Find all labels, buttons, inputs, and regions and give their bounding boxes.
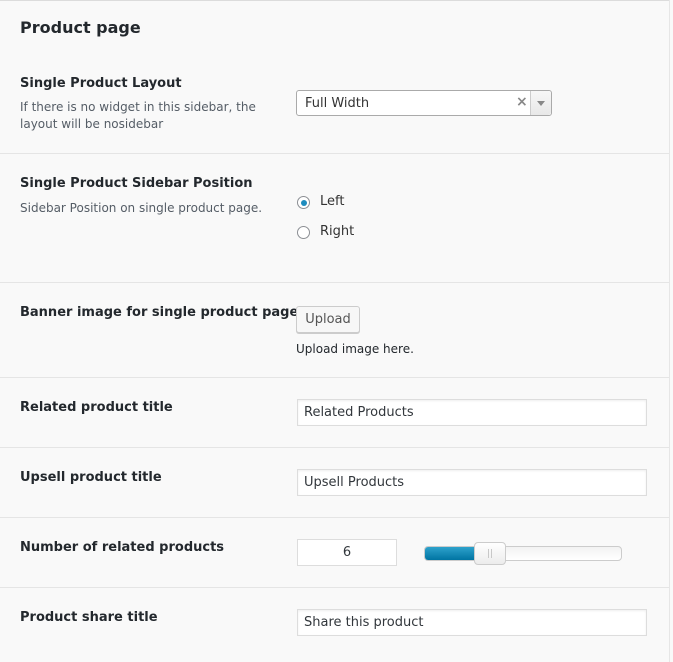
upsell-product-title-input[interactable] [297, 469, 647, 496]
related-count-input[interactable] [297, 539, 397, 566]
upload-button[interactable]: Upload [296, 306, 360, 333]
single-product-layout-title: Single Product Layout [20, 76, 182, 91]
page-title: Product page [20, 18, 141, 37]
radio-left-label: Left [320, 194, 345, 209]
section-divider [0, 447, 669, 448]
section-divider [0, 282, 669, 283]
sidebar-position-title: Single Product Sidebar Position [20, 176, 253, 191]
slider-handle[interactable] [473, 542, 506, 565]
banner-image-title: Banner image for single product pages [20, 305, 307, 320]
related-product-title-label: Related product title [20, 400, 173, 415]
sidebar-position-description: Sidebar Position on single product page. [20, 201, 263, 215]
section-divider [0, 377, 669, 378]
related-count-label: Number of related products [20, 540, 225, 555]
section-divider [0, 153, 669, 154]
section-divider [0, 517, 669, 518]
radio-button[interactable] [297, 226, 310, 239]
section-divider [0, 587, 669, 588]
single-product-layout-description: If there is no widget in this sidebar, t… [20, 100, 256, 131]
chevron-down-icon[interactable] [530, 91, 551, 115]
radio-button[interactable] [297, 196, 310, 209]
radio-right-label: Right [320, 224, 355, 239]
single-product-layout-select[interactable]: Full Width × [296, 90, 552, 116]
share-title-label: Product share title [20, 610, 158, 625]
related-product-title-input[interactable] [297, 399, 647, 426]
clear-icon[interactable]: × [516, 94, 528, 110]
select-value: Full Width [305, 96, 370, 111]
right-border [669, 0, 670, 662]
upsell-product-title-label: Upsell product title [20, 470, 162, 485]
share-title-input[interactable] [297, 609, 647, 636]
upload-hint: Upload image here. [296, 342, 414, 356]
related-count-slider[interactable] [424, 542, 622, 565]
top-border [0, 0, 669, 1]
